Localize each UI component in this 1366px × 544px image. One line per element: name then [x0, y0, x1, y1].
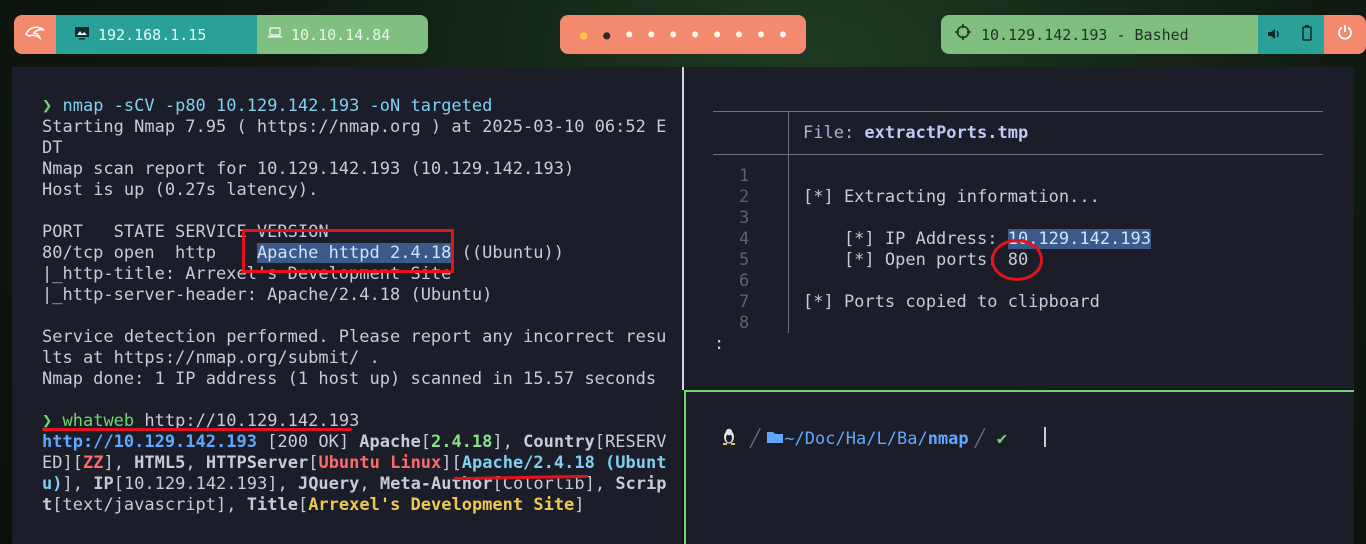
pager-prompt: :: [714, 334, 725, 354]
line-number: 3: [739, 208, 750, 228]
whatweb-line-1: http://10.129.142.193 [200 OK] Apache[2.…: [42, 432, 667, 452]
workspace-8[interactable]: ●: [736, 29, 742, 40]
power-button[interactable]: [1324, 15, 1366, 54]
border-line: [713, 154, 1323, 155]
output-line: lts at https://nmap.org/submit/ .: [42, 348, 380, 368]
menu-button[interactable]: [14, 15, 56, 54]
workspace-switcher: ● ● ● ● ● ● ● ● ● ●: [560, 15, 806, 54]
path-segment: L: [876, 428, 887, 449]
line-number: 1: [739, 166, 750, 186]
file-name: extractPorts.tmp: [864, 123, 1029, 143]
power-icon: [1337, 24, 1353, 45]
crosshair-icon: [955, 24, 971, 45]
line-number: 6: [739, 271, 750, 291]
workspace-10[interactable]: ●: [780, 29, 786, 40]
path-segment: Doc: [804, 428, 836, 449]
monitor-icon: [74, 26, 90, 44]
speaker-icon: [1267, 26, 1281, 44]
file-line: [*] Ports copied to clipboard: [803, 292, 1100, 312]
file-line: [*] IP Address: 10.129.142.193: [803, 229, 1151, 249]
kali-dragon-icon: [24, 24, 46, 45]
annotation-underline: [42, 428, 352, 431]
battery-icon: [1302, 24, 1312, 45]
path-home: ~: [784, 428, 795, 449]
shell-prompt: ╱ ~ / Doc / Ha / L / Ba / nmap ╱ ✔: [720, 427, 1007, 450]
workspace-5[interactable]: ●: [670, 29, 676, 40]
annotation-circle: [991, 239, 1043, 281]
annotation-box: [242, 229, 454, 273]
workspace-2[interactable]: ●: [603, 28, 610, 42]
line-number: 8: [739, 313, 750, 333]
workspace-9[interactable]: ●: [758, 29, 764, 40]
border-line: [713, 111, 1323, 112]
file-viewer-pane[interactable]: File: extractPorts.tmp 1 2 3 4 5 6 7 8 […: [684, 67, 1354, 389]
tux-icon: [720, 427, 738, 450]
path-current: nmap: [927, 428, 969, 449]
file-line: [*] Extracting information...: [803, 187, 1100, 207]
output-line: Starting Nmap 7.95 ( https://nmap.org ) …: [42, 117, 667, 137]
path-segment: Ha: [845, 428, 867, 449]
line-number: 5: [739, 250, 750, 270]
workspace-1[interactable]: ●: [580, 28, 587, 42]
line-number: 4: [739, 229, 750, 249]
folder-icon: [766, 429, 784, 449]
workspace-4[interactable]: ●: [648, 29, 654, 40]
target-indicator: 10.129.142.193 - Bashed: [941, 15, 1258, 54]
file-title: File: extractPorts.tmp: [803, 123, 1029, 143]
whatweb-line-2: ED][ZZ], HTML5, HTTPServer[Ubuntu Linux]…: [42, 453, 667, 473]
output-line: Service detection performed. Please repo…: [42, 327, 667, 347]
output-line: Host is up (0.27s latency).: [42, 180, 319, 200]
output-line: Nmap done: 1 IP address (1 host up) scan…: [42, 369, 657, 389]
workspace-7[interactable]: ●: [714, 29, 720, 40]
workspace-6[interactable]: ●: [692, 29, 698, 40]
left-terminal[interactable]: ❯ nmap -sCV -p80 10.129.142.193 -oN targ…: [12, 67, 682, 544]
output-line: DT: [42, 138, 63, 158]
border-line: [788, 111, 789, 333]
host-ip: 192.168.1.15: [98, 25, 207, 44]
laptop-icon: [267, 26, 283, 43]
line-number: 7: [739, 292, 750, 312]
shell-pane[interactable]: ╱ ~ / Doc / Ha / L / Ba / nmap ╱ ✔: [684, 390, 1354, 544]
output-line: Nmap scan report for 10.129.142.193 (10.…: [42, 159, 575, 179]
output-line: |_http-server-header: Apache/2.4.18 (Ubu…: [42, 285, 493, 305]
cmd1: nmap -sCV -p80 10.129.142.193 -oN target…: [62, 96, 493, 116]
whatweb-line-4: t[text/javascript], Title[Arrexel's Deve…: [42, 495, 585, 515]
volume-button[interactable]: [1258, 15, 1290, 54]
path-segment: Ba: [896, 428, 918, 449]
text-cursor: [1044, 427, 1046, 447]
host-ip-indicator: 192.168.1.15: [56, 15, 257, 54]
target-label: 10.129.142.193 - Bashed: [981, 25, 1189, 44]
line-number: 2: [739, 187, 750, 207]
cmd1-line: ❯ nmap -sCV -p80 10.129.142.193 -oN targ…: [42, 96, 493, 116]
battery-indicator[interactable]: [1290, 15, 1324, 54]
vpn-ip-indicator: 10.10.14.84: [257, 15, 428, 54]
workspace-3[interactable]: ●: [626, 29, 632, 40]
status-check-icon: ✔: [996, 428, 1008, 449]
vpn-ip: 10.10.14.84: [291, 25, 391, 44]
